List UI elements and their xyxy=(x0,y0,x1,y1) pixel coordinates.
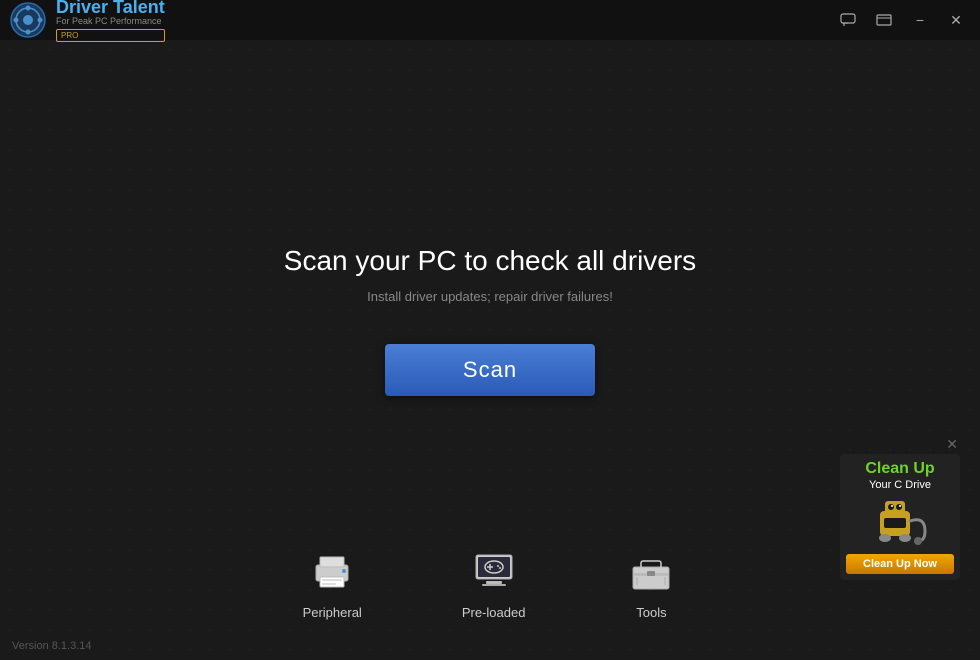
preloaded-label: Pre-loaded xyxy=(462,605,526,620)
chat-button[interactable] xyxy=(834,9,862,31)
bottom-icons-bar: Peripheral Pre-loaded xyxy=(0,545,980,620)
cleanup-close-icon[interactable]: ✕ xyxy=(946,436,958,453)
cleanup-title-green: Clean Up xyxy=(846,460,954,478)
app-name: Driver Talent xyxy=(56,0,165,16)
version-info: Version 8.1.3.14 xyxy=(12,640,92,652)
minimize-icon: − xyxy=(916,12,924,28)
pro-badge: PRO xyxy=(56,29,165,42)
title-bar-left: Driver Talent For Peak PC Performance PR… xyxy=(10,0,165,42)
minimize-button[interactable]: − xyxy=(906,9,934,31)
cleanup-title-white: Your C Drive xyxy=(846,478,954,492)
main-heading: Scan your PC to check all drivers xyxy=(284,245,696,277)
chat-icon xyxy=(840,13,856,27)
tools-item[interactable]: Tools xyxy=(625,545,677,620)
peripheral-icon-box xyxy=(306,545,358,597)
peripheral-label: Peripheral xyxy=(303,605,362,620)
cleanup-button[interactable]: Clean Up Now xyxy=(846,554,954,574)
peripheral-icon xyxy=(308,547,356,595)
preloaded-item[interactable]: Pre-loaded xyxy=(462,545,526,620)
tools-icon-box xyxy=(625,545,677,597)
menu-icon xyxy=(876,13,892,27)
cleanup-robot-icon xyxy=(870,496,930,546)
cleanup-banner[interactable]: ✕ Clean Up Your C Drive Clean Up Now xyxy=(840,454,960,580)
preloaded-icon xyxy=(470,547,518,595)
menu-button[interactable] xyxy=(870,9,898,31)
tools-icon xyxy=(627,547,675,595)
tools-label: Tools xyxy=(636,605,666,620)
app-subtitle: For Peak PC Performance xyxy=(56,16,165,27)
main-subheading: Install driver updates; repair driver fa… xyxy=(367,289,613,304)
app-logo-icon xyxy=(10,2,46,38)
scan-button[interactable]: Scan xyxy=(385,344,595,396)
close-button[interactable]: ✕ xyxy=(942,9,970,31)
title-bar-controls: − ✕ xyxy=(834,9,970,31)
preloaded-icon-box xyxy=(468,545,520,597)
cleanup-icon-area xyxy=(846,496,954,546)
close-icon: ✕ xyxy=(950,12,962,29)
peripheral-item[interactable]: Peripheral xyxy=(303,545,362,620)
logo-text: Driver Talent For Peak PC Performance PR… xyxy=(56,0,165,42)
title-bar: Driver Talent For Peak PC Performance PR… xyxy=(0,0,980,40)
